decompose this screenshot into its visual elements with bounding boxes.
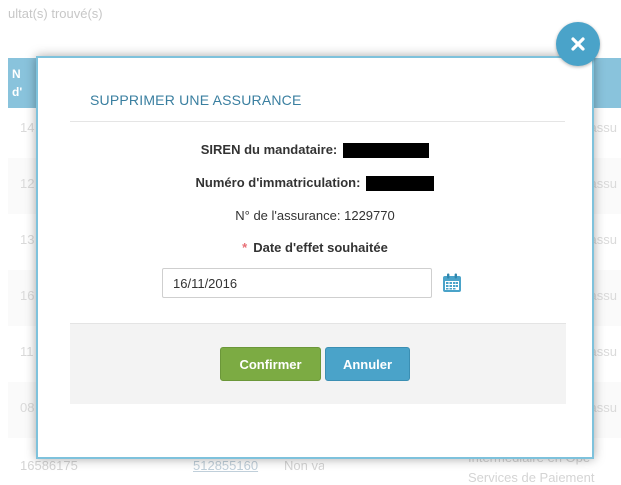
assurance-value: 1229770 [344,208,395,223]
delete-insurance-dialog: SUPPRIMER UNE ASSURANCE SIREN du mandata… [36,56,594,459]
redacted-siren-value [343,143,430,159]
siren-row: SIREN du mandataire: [38,142,592,159]
calendar-icon[interactable] [442,273,462,293]
close-button[interactable] [556,22,600,66]
date-label-row: * Date d'effet souhaitée [38,240,592,255]
effective-date-input[interactable] [162,268,432,298]
dialog-title: SUPPRIMER UNE ASSURANCE [90,92,302,108]
confirm-button[interactable]: Confirmer [220,347,321,381]
siren-label: SIREN du mandataire: [200,142,338,157]
immat-label: Numéro d'immatriculation: [195,175,361,190]
title-divider [70,121,565,122]
cancel-button[interactable]: Annuler [325,347,410,381]
dialog-footer: Confirmer Annuler [70,323,566,404]
date-label: Date d'effet souhaitée [253,240,388,255]
assurance-row: N° de l'assurance: 1229770 [38,208,592,223]
redacted-immat-value [366,176,435,192]
required-asterisk: * [242,240,248,255]
assurance-label: N° de l'assurance: [235,208,341,223]
immat-row: Numéro d'immatriculation: [38,175,592,192]
close-icon [571,37,585,51]
